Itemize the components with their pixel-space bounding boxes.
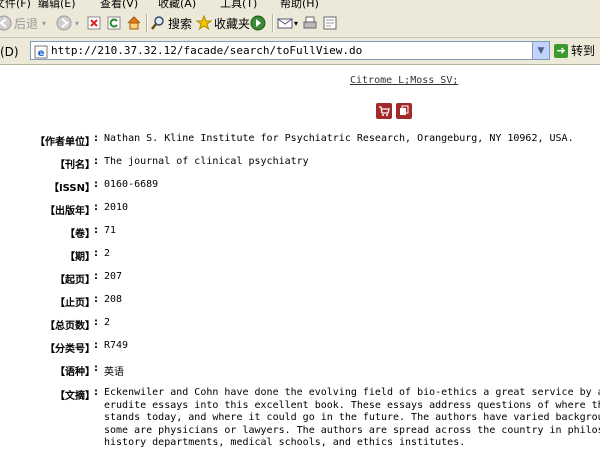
menu-bar: 文件(F) 编辑(E) 查看(V) 收藏(A) 工具(T) 帮助(H) <box>0 0 600 9</box>
field-label: 【起页】 <box>55 275 95 286</box>
field-colon: : <box>94 156 98 167</box>
home-button[interactable] <box>126 13 142 33</box>
field-colon: : <box>94 387 98 398</box>
field-colon: : <box>94 317 98 328</box>
favorites-label: 收藏夹 <box>214 16 251 31</box>
field-colon: : <box>94 340 98 351</box>
field-value: 英语 <box>104 367 124 378</box>
refresh-icon <box>106 15 122 31</box>
field-value: 0160-6689 <box>104 179 159 190</box>
back-dropdown-icon[interactable]: ▾ <box>42 19 46 28</box>
address-dropdown-icon[interactable]: ▼ <box>532 42 549 59</box>
field-value: 2010 <box>104 202 129 213</box>
search-button[interactable]: 搜索 <box>150 13 192 33</box>
field-value: R749 <box>104 340 129 351</box>
field-value: The journal of clinical psychiatry <box>104 156 309 167</box>
field-colon: : <box>94 271 98 282</box>
field-colon: : <box>94 133 98 144</box>
forward-button[interactable]: ▾ <box>56 13 79 33</box>
field-colon: : <box>94 202 98 213</box>
search-icon <box>150 15 166 31</box>
toolbar-separator <box>272 14 274 32</box>
menu-help[interactable]: 帮助(H) <box>280 0 319 9</box>
field-value: 2 <box>104 248 111 259</box>
menu-tools[interactable]: 工具(T) <box>220 0 257 9</box>
field-label: 【语种】 <box>55 367 95 378</box>
field-value: 208 <box>104 294 123 305</box>
field-colon: : <box>94 179 98 190</box>
authors-link[interactable]: Citrome L;Moss SV; <box>350 75 458 86</box>
document-edit-icon <box>322 15 338 31</box>
address-url: http://210.37.32.12/facade/search/toFull… <box>51 44 363 57</box>
field-label: 【刊名】 <box>55 160 95 171</box>
add-to-cart-button[interactable] <box>376 103 392 119</box>
field-label: 【止页】 <box>55 298 95 309</box>
field-label: 【文摘】 <box>55 391 95 402</box>
cart-icon <box>379 106 390 116</box>
media-button[interactable] <box>250 13 266 33</box>
document-icon <box>400 105 409 115</box>
stop-icon <box>86 15 102 31</box>
record-actions <box>376 103 412 119</box>
field-colon: : <box>94 363 98 374</box>
address-input[interactable]: e http://210.37.32.12/facade/search/toFu… <box>30 41 550 60</box>
home-icon <box>126 15 142 31</box>
address-bar: 址(D) e http://210.37.32.12/facade/search… <box>0 38 600 65</box>
go-arrow-icon: ➜ <box>554 43 568 58</box>
go-button[interactable]: ➜ 转到 <box>554 42 595 59</box>
back-arrow-icon <box>0 15 12 31</box>
printer-icon <box>302 15 318 31</box>
abstract-text: Eckenwiler and Cohn have done the evolvi… <box>104 387 600 450</box>
field-value: 71 <box>104 225 117 236</box>
field-label: 【ISSN】 <box>48 183 95 194</box>
field-value: 207 <box>104 271 123 282</box>
field-label: 【分类号】 <box>45 344 95 355</box>
menu-favorites[interactable]: 收藏(A) <box>158 0 196 9</box>
mail-button[interactable]: ▾ <box>277 13 298 33</box>
abstract-line: stands today, and where it could go in t… <box>104 412 600 423</box>
favorites-button[interactable]: 收藏夹 <box>196 13 250 33</box>
field-colon: : <box>94 225 98 236</box>
toolbar: 后退 ▾ ▾ 搜索 收藏夹 ▾ <box>0 9 600 38</box>
page-content: Citrome L;Moss SV; 【作者单位】 : Nathan S. Kl… <box>0 65 600 450</box>
abstract-line: Eckenwiler and Cohn have done the evolvi… <box>104 387 600 398</box>
stop-button[interactable] <box>86 13 102 33</box>
media-icon <box>250 15 266 31</box>
mail-dropdown-icon[interactable]: ▾ <box>294 19 298 28</box>
field-label: 【卷】 <box>65 229 95 240</box>
menu-view[interactable]: 查看(V) <box>100 0 138 9</box>
mail-icon <box>277 15 293 31</box>
print-button[interactable] <box>302 13 318 33</box>
field-value: Nathan S. Kline Institute for Psychiatri… <box>104 133 574 144</box>
toolbar-separator <box>146 14 148 32</box>
field-colon: : <box>94 294 98 305</box>
abstract-line: history departments, medical schools, an… <box>104 437 466 448</box>
edit-button[interactable] <box>322 13 338 33</box>
field-value: 2 <box>104 317 111 328</box>
svg-text:e: e <box>38 48 45 59</box>
address-label: 址(D) <box>0 45 19 59</box>
menu-file[interactable]: 文件(F) <box>0 0 31 9</box>
back-button[interactable]: 后退 ▾ <box>0 13 46 33</box>
ie-page-icon: e <box>34 44 48 63</box>
forward-dropdown-icon[interactable]: ▾ <box>75 19 79 28</box>
menu-edit[interactable]: 编辑(E) <box>38 0 76 9</box>
field-colon: : <box>94 248 98 259</box>
forward-arrow-icon <box>56 15 72 31</box>
full-text-button[interactable] <box>396 103 412 119</box>
refresh-button[interactable] <box>106 13 122 33</box>
abstract-line: erudite essays into this excellent book.… <box>104 399 600 411</box>
search-label: 搜索 <box>168 16 193 31</box>
go-label: 转到 <box>571 44 596 58</box>
abstract-line: some are physicians or lawyers. The auth… <box>104 424 600 436</box>
field-label: 【期】 <box>65 252 95 263</box>
field-label: 【出版年】 <box>45 206 95 217</box>
back-label: 后退 <box>14 16 39 31</box>
field-label: 【作者单位】 <box>35 137 95 148</box>
star-icon <box>196 15 212 31</box>
field-label: 【总页数】 <box>45 321 95 332</box>
